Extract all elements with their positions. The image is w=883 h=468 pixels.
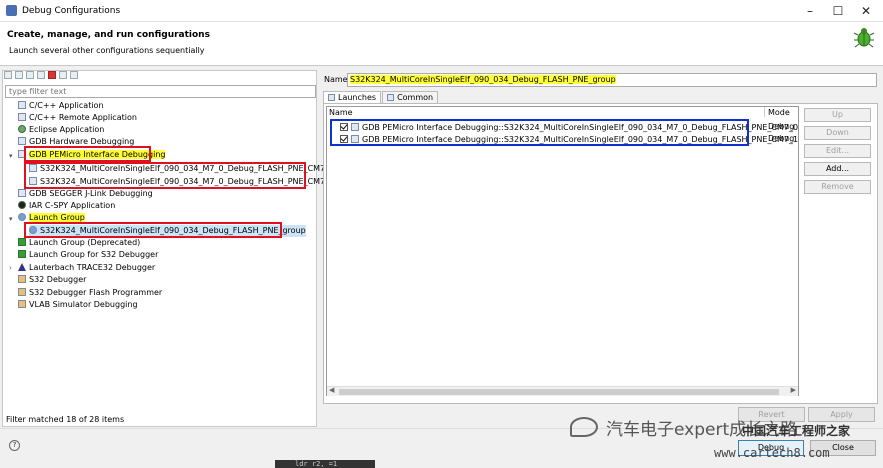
red-annotation-box [24, 146, 151, 162]
tree-item-cpp-application[interactable]: C/C++ Application [18, 100, 104, 112]
tree-item-gdb-segger[interactable]: GDB SEGGER J-Link Debugging [18, 188, 153, 200]
bug-icon [853, 28, 875, 48]
config-tabs: Launches Common [323, 91, 439, 103]
export-icon[interactable] [26, 71, 34, 79]
red-annotation-box [24, 222, 282, 238]
remove-button[interactable]: Remove [804, 180, 871, 194]
minimize-button[interactable]: – [800, 3, 820, 19]
red-annotation-box [24, 162, 306, 189]
tree-item-s32-debugger[interactable]: S32 Debugger [18, 274, 86, 286]
launches-icon [328, 94, 335, 101]
add-button[interactable]: Add... [804, 162, 871, 176]
chevron-down-icon[interactable]: ▾ [9, 215, 13, 223]
common-icon [387, 94, 395, 101]
play-icon [18, 250, 26, 258]
edit-button[interactable]: Edit... [804, 144, 871, 158]
row-mode: Debug [768, 134, 795, 143]
column-header-mode[interactable]: Mode [768, 108, 790, 117]
tree-item-s32-flash[interactable]: S32 Debugger Flash Programmer [18, 287, 162, 299]
horizontal-scrollbar[interactable]: ◀ ▶ [327, 386, 798, 396]
play-icon [18, 238, 26, 246]
down-button[interactable]: Down [804, 126, 871, 140]
cpp-icon [18, 101, 26, 109]
tab-common[interactable]: Common [382, 91, 439, 103]
gdb-icon [18, 137, 26, 145]
s32-icon [18, 288, 26, 296]
column-header-name[interactable]: Name [329, 108, 353, 117]
chevron-right-icon[interactable]: › [9, 264, 12, 272]
row-mode: Debug [768, 122, 795, 131]
tab-launches[interactable]: Launches [323, 91, 382, 103]
tree-toolbar [4, 71, 78, 81]
vlab-icon [18, 300, 26, 308]
tree-item-eclipse-app[interactable]: Eclipse Application [18, 124, 104, 136]
help-icon[interactable]: ? [9, 440, 20, 451]
header-subtitle: Launch several other configurations sequ… [9, 46, 205, 55]
blue-annotation-box [330, 119, 749, 146]
scroll-left-icon[interactable]: ◀ [329, 386, 334, 394]
filter-status: Filter matched 18 of 28 items [6, 415, 125, 424]
app-icon [6, 5, 17, 16]
tree-item-vlab[interactable]: VLAB Simulator Debugging [18, 299, 138, 311]
filter-input[interactable] [5, 85, 316, 98]
close-window-button[interactable]: ✕ [856, 3, 876, 19]
up-button[interactable]: Up [804, 108, 871, 122]
column-divider[interactable] [764, 107, 765, 117]
name-value: S32K324_MultiCoreInSingleElf_090_034_Deb… [350, 75, 616, 84]
dialog-header: Create, manage, and run configurations L… [0, 22, 883, 66]
delete-icon[interactable] [48, 71, 56, 79]
new-prototype-icon[interactable] [15, 71, 23, 79]
console-fragment: ldr r2, =1 [275, 460, 375, 468]
apply-button[interactable]: Apply [808, 407, 875, 422]
scroll-right-icon[interactable]: ▶ [791, 386, 796, 394]
wechat-icon [570, 417, 598, 437]
cpp-icon [18, 113, 26, 121]
watermark-site-name: 中国汽车工程师之家 [742, 424, 851, 438]
iar-icon [18, 201, 26, 209]
launch-group-icon [18, 213, 26, 221]
scroll-thumb[interactable] [339, 389, 779, 395]
tree-item-cpp-remote[interactable]: C/C++ Remote Application [18, 112, 137, 124]
tree-item-iar[interactable]: IAR C-SPY Application [18, 200, 115, 212]
chevron-down-icon[interactable]: ▾ [9, 152, 13, 160]
duplicate-icon[interactable] [37, 71, 45, 79]
tree-item-launch-group-deprecated[interactable]: Launch Group (Deprecated) [18, 237, 140, 249]
tree-item-lauterbach[interactable]: Lauterbach TRACE32 Debugger [18, 262, 155, 274]
watermark-url: www.cartech8.com [714, 446, 830, 460]
title-bar: Debug Configurations – ☐ ✕ [0, 0, 883, 22]
segger-icon [18, 189, 26, 197]
name-field[interactable]: S32K324_MultiCoreInSingleElf_090_034_Deb… [347, 73, 877, 87]
collapse-all-icon[interactable] [59, 71, 67, 79]
launches-table [326, 106, 799, 396]
s32-icon [18, 275, 26, 283]
tree-item-launch-group-s32[interactable]: Launch Group for S32 Debugger [18, 249, 158, 261]
window-title: Debug Configurations [22, 6, 121, 16]
new-config-icon[interactable] [4, 71, 12, 79]
trace32-icon [18, 263, 26, 271]
maximize-button[interactable]: ☐ [828, 3, 848, 19]
eclipse-icon [18, 125, 26, 133]
header-title: Create, manage, and run configurations [7, 30, 210, 40]
filter-icon[interactable] [70, 71, 78, 79]
